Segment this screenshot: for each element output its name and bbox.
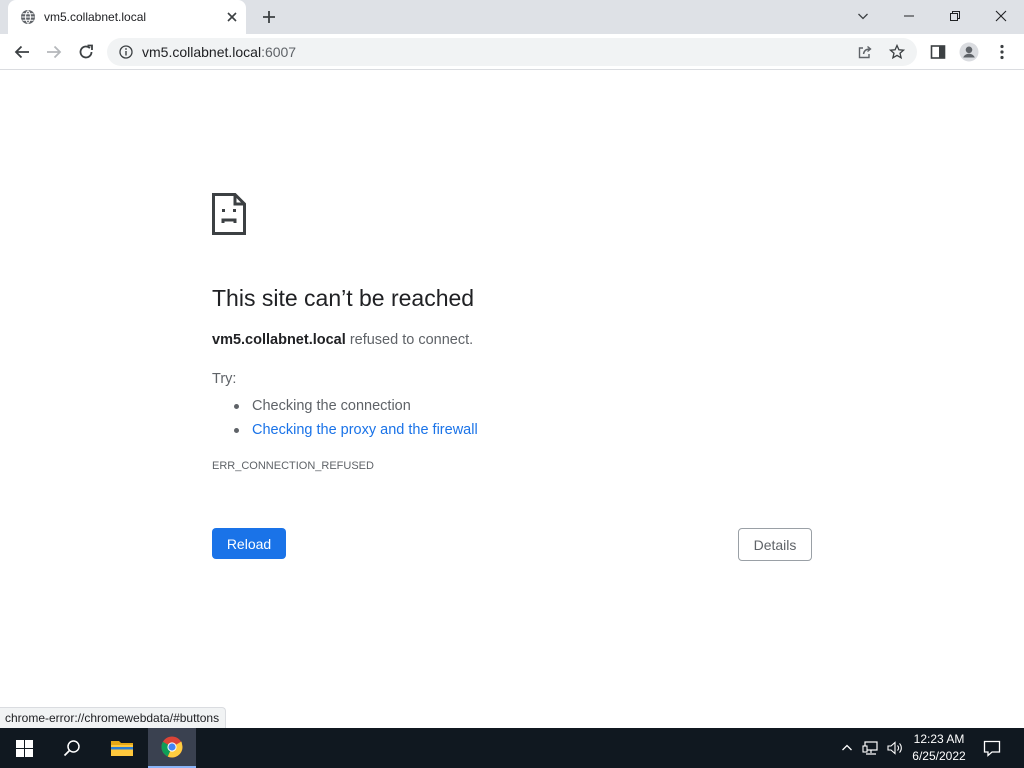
suggestion-check-connection: Checking the connection xyxy=(232,394,478,418)
reload-icon[interactable] xyxy=(76,42,96,62)
suggestion-proxy-firewall-link[interactable]: Checking the proxy and the firewall xyxy=(232,418,478,442)
chevron-up-icon[interactable] xyxy=(838,739,856,757)
tab-strip: vm5.collabnet.local xyxy=(0,0,1024,34)
side-panel-icon[interactable] xyxy=(928,42,948,62)
address-bar[interactable]: vm5.collabnet.local:6007 xyxy=(107,38,917,66)
windows-taskbar: 12:23 AM 6/25/2022 xyxy=(0,728,1024,768)
error-host: vm5.collabnet.local xyxy=(212,332,346,348)
notification-icon[interactable] xyxy=(983,739,1001,757)
star-icon[interactable] xyxy=(888,43,906,60)
system-clock[interactable]: 12:23 AM 6/25/2022 xyxy=(900,731,978,765)
restore-icon[interactable] xyxy=(932,0,978,32)
try-label: Try: xyxy=(212,371,237,387)
url-text: vm5.collabnet.local:6007 xyxy=(142,44,296,60)
status-bubble: chrome-error://chromewebdata/#buttons xyxy=(0,707,227,728)
error-title: This site can’t be reached xyxy=(212,285,475,311)
close-window-icon[interactable] xyxy=(978,0,1024,32)
suggestion-list: Checking the connection Checking the pro… xyxy=(232,394,478,442)
sad-page-icon xyxy=(212,193,246,235)
file-explorer-icon[interactable] xyxy=(98,728,146,768)
reload-button[interactable]: Reload xyxy=(212,528,286,559)
error-code: ERR_CONNECTION_REFUSED xyxy=(212,460,374,472)
tab-title: vm5.collabnet.local xyxy=(44,10,147,24)
url-host: vm5.collabnet.local xyxy=(142,44,262,60)
clock-date: 6/25/2022 xyxy=(912,749,966,763)
windows-start-icon[interactable] xyxy=(0,728,48,768)
browser-toolbar: vm5.collabnet.local:6007 xyxy=(0,34,1024,70)
back-arrow-icon[interactable] xyxy=(12,42,32,62)
minimize-icon[interactable] xyxy=(886,0,932,32)
error-description: vm5.collabnet.local refused to connect. xyxy=(212,331,473,349)
profile-icon[interactable] xyxy=(959,42,979,62)
network-icon[interactable] xyxy=(862,739,880,757)
new-tab-button[interactable] xyxy=(260,8,278,26)
globe-icon xyxy=(20,9,36,25)
close-tab-icon[interactable] xyxy=(224,9,240,25)
clock-time: 12:23 AM xyxy=(913,732,965,746)
share-icon[interactable] xyxy=(857,44,873,60)
menu-icon[interactable] xyxy=(992,42,1012,62)
info-icon[interactable] xyxy=(119,45,133,59)
browser-tab[interactable]: vm5.collabnet.local xyxy=(8,0,246,34)
search-icon[interactable] xyxy=(48,728,96,768)
details-button[interactable]: Details xyxy=(738,528,812,561)
chrome-icon[interactable] xyxy=(148,728,196,768)
forward-arrow-icon[interactable] xyxy=(44,42,64,62)
url-port: :6007 xyxy=(261,44,297,60)
error-message: refused to connect. xyxy=(349,332,474,348)
tab-search-chevron-down-icon[interactable] xyxy=(840,0,886,32)
